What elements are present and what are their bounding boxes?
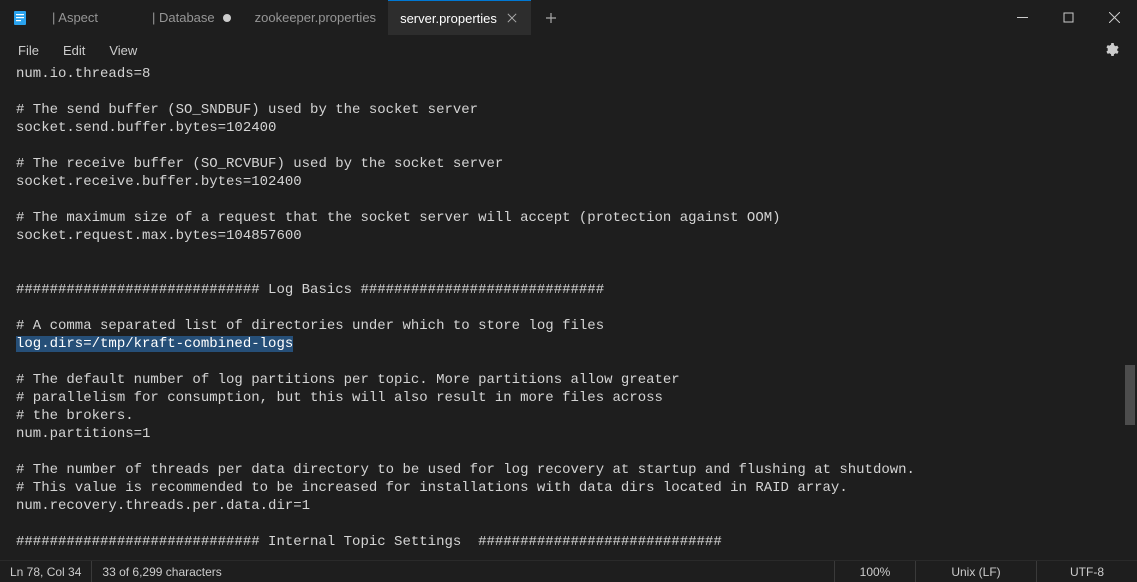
tab-label: zookeeper.properties [255, 10, 376, 25]
close-window-button[interactable] [1091, 0, 1137, 35]
title-bar: | Aspect | Database zookeeper.properties… [0, 0, 1137, 35]
gear-icon [1103, 42, 1119, 58]
window-controls [999, 0, 1137, 35]
status-char-count[interactable]: 33 of 6,299 characters [92, 561, 231, 582]
new-tab-button[interactable] [531, 0, 571, 35]
status-encoding[interactable]: UTF-8 [1037, 561, 1137, 582]
tab-server-properties[interactable]: server.properties [388, 0, 531, 35]
selected-text: log.dirs=/tmp/kraft-combined-logs [16, 336, 293, 352]
editor-content[interactable]: num.io.threads=8 # The send buffer (SO_S… [0, 65, 1137, 551]
close-icon [1109, 12, 1120, 23]
menu-bar: File Edit View [0, 35, 1137, 65]
scrollbar-thumb[interactable] [1125, 365, 1135, 425]
tab-aspect[interactable]: | Aspect [40, 0, 140, 35]
notepad-icon [12, 10, 28, 26]
minimize-button[interactable] [999, 0, 1045, 35]
close-tab-icon[interactable] [505, 11, 519, 25]
status-cursor-position[interactable]: Ln 78, Col 34 [0, 561, 91, 582]
status-line-endings[interactable]: Unix (LF) [916, 561, 1036, 582]
text-after-selection: # The default number of log partitions p… [16, 372, 915, 550]
maximize-icon [1063, 12, 1074, 23]
tab-label: | Database [152, 10, 215, 25]
menu-edit[interactable]: Edit [53, 39, 95, 62]
app-icon [0, 0, 40, 35]
editor-area[interactable]: num.io.threads=8 # The send buffer (SO_S… [0, 65, 1137, 560]
menu-view[interactable]: View [99, 39, 147, 62]
tab-label: server.properties [400, 11, 497, 26]
text-before-selection: num.io.threads=8 # The send buffer (SO_S… [16, 66, 781, 334]
status-bar: Ln 78, Col 34 33 of 6,299 characters 100… [0, 560, 1137, 582]
status-zoom[interactable]: 100% [835, 561, 915, 582]
tab-zookeeper[interactable]: zookeeper.properties [243, 0, 388, 35]
plus-icon [545, 12, 557, 24]
minimize-icon [1017, 12, 1028, 23]
settings-button[interactable] [1101, 40, 1121, 60]
modified-indicator-icon [223, 14, 231, 22]
vertical-scrollbar[interactable] [1123, 65, 1137, 560]
spacer [232, 561, 834, 582]
tab-label: | Aspect [52, 10, 98, 25]
tab-strip: | Aspect | Database zookeeper.properties… [40, 0, 999, 35]
tab-database[interactable]: | Database [140, 0, 243, 35]
menu-file[interactable]: File [8, 39, 49, 62]
maximize-button[interactable] [1045, 0, 1091, 35]
menu-group: File Edit View [8, 39, 147, 62]
